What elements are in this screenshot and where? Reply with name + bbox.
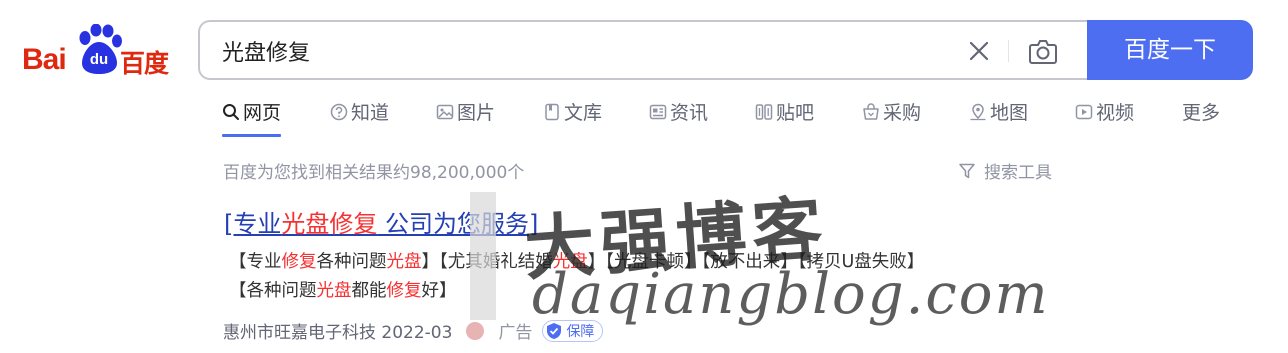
tab-label: 资讯: [670, 102, 709, 124]
abstract-text: 【专业: [229, 252, 282, 272]
source-avatar: [466, 321, 485, 340]
tab-label: 更多: [1182, 102, 1221, 124]
tab-web[interactable]: 网页: [222, 98, 282, 138]
search-icon: [223, 104, 239, 120]
question-icon: [330, 103, 348, 121]
source-name: 惠州市旺嘉电子科技 2022-03: [223, 323, 453, 343]
search-tools-label: 搜索工具: [984, 163, 1052, 183]
abstract-text: 好】: [421, 281, 457, 301]
abstract-text: 各种问题: [316, 252, 387, 272]
highlight-term: 光盘: [316, 281, 352, 301]
tab-video[interactable]: 视频: [1075, 98, 1134, 138]
tab-label: 地图: [990, 102, 1029, 124]
image-icon: [436, 104, 454, 120]
tab-map[interactable]: 地图: [969, 98, 1028, 138]
filter-icon: [959, 163, 975, 178]
tab-news[interactable]: 资讯: [649, 98, 708, 138]
search-box: [198, 20, 1088, 80]
highlight-term: 光盘: [386, 252, 422, 272]
result-title-highlight: 光盘修复: [281, 210, 378, 238]
tab-label: 贴吧: [776, 102, 815, 124]
search-input[interactable]: [222, 34, 922, 68]
ad-label: 广告: [498, 323, 533, 343]
tab-label: 网页: [243, 102, 282, 124]
basket-icon: [863, 103, 879, 120]
logo-text-du: du: [89, 51, 109, 68]
close-icon[interactable]: [967, 39, 991, 63]
result-title-suffix: 公司为您服务]: [377, 210, 539, 238]
play-icon: [1075, 104, 1093, 120]
camera-icon[interactable]: [1028, 37, 1058, 65]
abstract-text: 都能: [351, 281, 387, 301]
search-divider: [1008, 40, 1009, 62]
tab-label: 文库: [564, 102, 603, 124]
abstract-text: 【各种问题: [229, 281, 317, 301]
tab-label: 视频: [1096, 102, 1135, 124]
map-pin-icon: [970, 103, 986, 121]
highlight-term: 修复: [386, 281, 422, 301]
tab-images[interactable]: 图片: [436, 98, 495, 138]
tab-purchase[interactable]: 采购: [862, 98, 921, 138]
baidu-logo[interactable]: Bai du 百度: [22, 24, 176, 78]
highlight-term: 修复: [281, 252, 317, 272]
result-title-prefix: [专业: [224, 210, 282, 238]
tab-wenku[interactable]: 文库: [543, 98, 602, 138]
document-icon: [545, 103, 559, 121]
watermark-url: daqiangblog.com: [532, 262, 1050, 327]
search-button[interactable]: 百度一下: [1087, 20, 1253, 80]
news-icon: [649, 104, 667, 120]
tab-label: 图片: [457, 102, 496, 124]
tab-tieba[interactable]: 贴吧: [755, 98, 814, 138]
search-tools-button[interactable]: 搜索工具: [958, 158, 1052, 183]
tab-label: 知道: [351, 102, 390, 124]
result-count: 百度为您找到相关结果约98,200,000个: [223, 163, 525, 183]
logo-text-chinese: 百度: [120, 49, 169, 78]
tab-label: 采购: [883, 102, 922, 124]
logo-text-latin: Bai: [22, 43, 67, 76]
watermark-block: [470, 192, 496, 320]
tab-more[interactable]: 更多: [1182, 98, 1220, 138]
tieba-icon: [755, 104, 773, 120]
tab-zhidao[interactable]: 知道: [330, 98, 389, 138]
